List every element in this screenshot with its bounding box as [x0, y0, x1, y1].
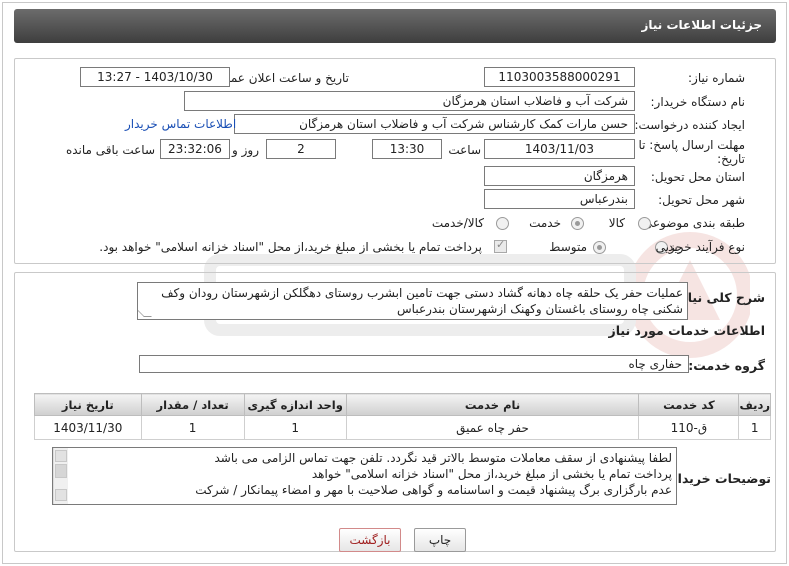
requester-label: ایجاد کننده درخواست:	[634, 118, 745, 132]
buyer-notes-label: توضیحات خریدار:	[665, 471, 771, 486]
category-label: طبقه بندی موضوعی:	[638, 216, 745, 230]
col-header-quantity: تعداد / مقدار	[140, 393, 245, 416]
col-header-service-name: نام خدمت	[345, 393, 640, 416]
print-button[interactable]: چاپ	[414, 528, 466, 552]
scroll-up-icon[interactable]	[55, 450, 67, 462]
notes-scrollbar[interactable]	[53, 448, 68, 504]
remaining-label: ساعت باقی مانده	[65, 143, 155, 157]
buyer-org-field: شرکت آب و فاضلاب استان هرمزگان	[184, 91, 635, 111]
category-radio-service[interactable]	[571, 217, 584, 230]
buyer-org-label: نام دستگاه خریدار:	[650, 95, 746, 109]
days-field: 2	[266, 139, 336, 159]
table-row: 1 ق-110 حفر چاه عمیق 1 1 1403/11/30	[34, 415, 771, 440]
general-desc-label: شرح کلی نیاز:	[675, 290, 765, 305]
buyer-notes-line: لطفا پیشنهادی از سقف معاملات متوسط بالات…	[214, 451, 673, 465]
category-option-goods-service: کالا/خدمت	[431, 216, 484, 230]
category-radio-goods[interactable]	[638, 217, 651, 230]
requester-field: حسن مارات کمک کارشناس شرکت آب و فاضلاب ا…	[234, 114, 635, 134]
buyer-notes-textarea[interactable]: لطفا پیشنهادی از سقف معاملات متوسط بالات…	[52, 447, 677, 505]
buyer-notes-line: عدم بارگزاری برگ پیشنهاد قیمت و اساسنامه…	[195, 483, 672, 497]
deadline-time-label: ساعت	[448, 143, 481, 157]
announce-datetime-field: 1403/10/30 - 13:27	[80, 67, 230, 87]
service-group-label: گروه خدمت:	[688, 358, 765, 373]
cell-service-code: ق-110	[638, 415, 740, 440]
category-option-goods: کالا	[608, 216, 625, 230]
deadline-label-line1: مهلت ارسال پاسخ: تا	[638, 138, 745, 152]
delivery-city-field: بندرعباس	[484, 189, 635, 209]
scroll-thumb[interactable]	[55, 464, 67, 478]
scroll-down-icon[interactable]	[55, 489, 67, 501]
need-number-label: شماره نیاز:	[688, 71, 745, 85]
general-desc-textarea: عملیات حفر یک حلقه چاه دهانه گشاد دستی ج…	[137, 282, 688, 320]
service-group-field: حفاری چاه	[139, 355, 689, 373]
page-title: جزئیات اطلاعات نیاز	[641, 18, 762, 32]
services-info-heading: اطلاعات خدمات مورد نیاز	[608, 323, 766, 338]
cell-row-number: 1	[738, 415, 771, 440]
back-button[interactable]: بازگشت	[339, 528, 401, 552]
resize-grip-icon[interactable]	[138, 309, 152, 317]
cell-quantity: 1	[140, 415, 245, 440]
need-number-field: 1103003588000291	[484, 67, 635, 87]
category-radio-goods-service[interactable]	[496, 217, 509, 230]
col-header-service-code: کد خدمت	[638, 393, 740, 416]
buyer-notes-line: پرداخت تمام یا بخشی از مبلغ خرید،از محل …	[311, 467, 672, 481]
category-option-service: خدمت	[529, 216, 561, 230]
cell-unit: 1	[243, 415, 347, 440]
process-option-medium: متوسط	[549, 240, 587, 254]
process-radio-medium[interactable]	[593, 241, 606, 254]
day-and-label: روز و	[232, 143, 259, 157]
table-header-row: ردیف کد خدمت نام خدمت واحد اندازه گیری ت…	[34, 393, 771, 416]
cell-need-date: 1403/11/30	[34, 415, 142, 440]
delivery-province-field: هرمزگان	[484, 166, 635, 186]
buyer-contact-link[interactable]: اطلاعات تماس خریدار	[125, 117, 236, 131]
payment-note: پرداخت تمام یا بخشی از مبلغ خرید،از محل …	[99, 240, 482, 254]
deadline-date-field: 1403/11/03	[484, 139, 635, 159]
header-bar: جزئیات اطلاعات نیاز	[14, 9, 776, 43]
services-table: ردیف کد خدمت نام خدمت واحد اندازه گیری ت…	[34, 393, 771, 440]
process-option-minor: جزیی	[655, 240, 683, 254]
general-desc-text: عملیات حفر یک حلقه چاه دهانه گشاد دستی ج…	[161, 286, 683, 316]
col-header-row-number: ردیف	[738, 393, 771, 416]
col-header-unit: واحد اندازه گیری	[243, 393, 347, 416]
deadline-time-field: 13:30	[372, 139, 442, 159]
cell-service-name: حفر چاه عمیق	[345, 415, 640, 440]
payment-checkbox[interactable]	[494, 238, 507, 253]
delivery-city-label: شهر محل تحویل:	[658, 193, 745, 207]
delivery-province-label: استان محل تحویل:	[650, 170, 745, 184]
info-panel	[14, 58, 776, 264]
deadline-label-line2: تاریخ:	[717, 152, 745, 166]
remaining-time-field: 23:32:06	[160, 139, 230, 159]
col-header-need-date: تاریخ نیاز	[34, 393, 142, 416]
